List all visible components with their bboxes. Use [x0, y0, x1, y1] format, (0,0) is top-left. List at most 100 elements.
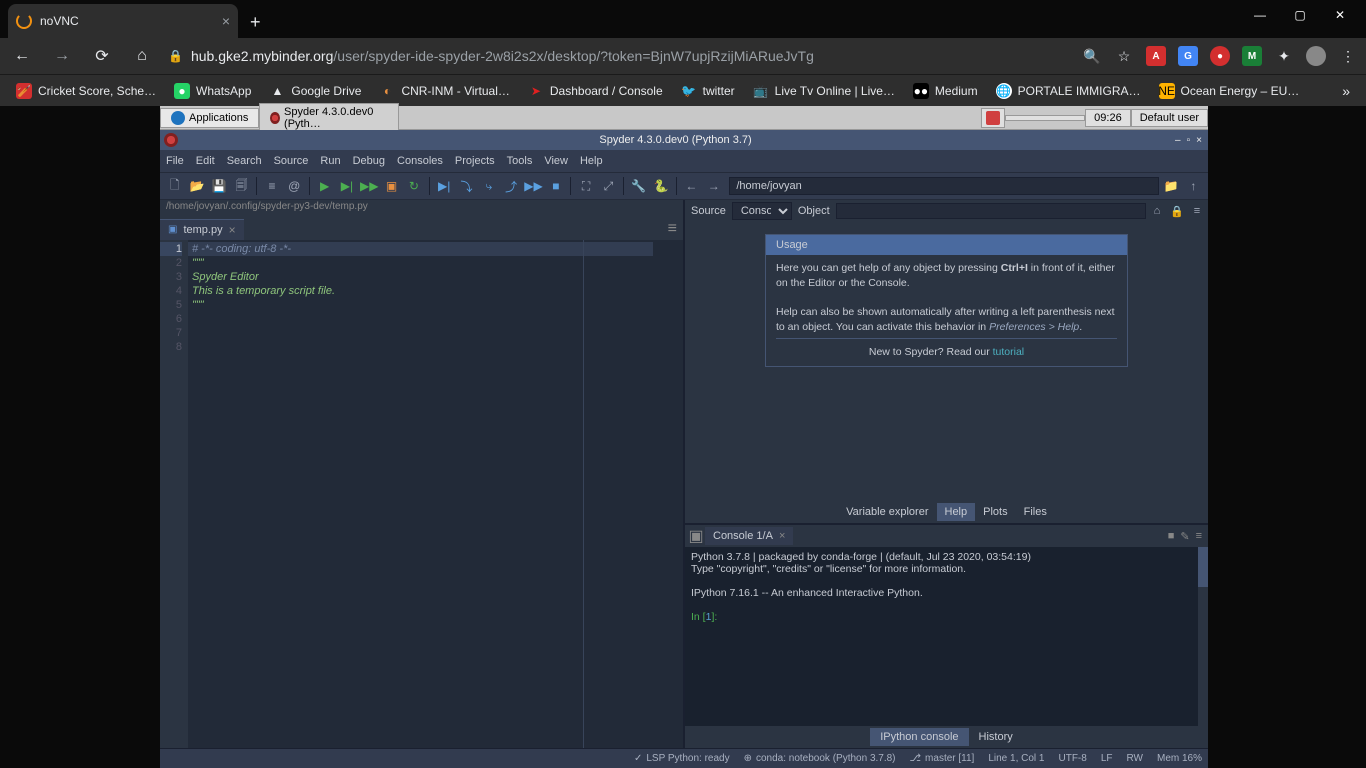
user-menu[interactable]: Default user [1131, 109, 1208, 127]
browse-cwd-icon[interactable]: 📁 [1160, 175, 1181, 197]
parent-dir-icon[interactable]: ↑ [1183, 175, 1204, 197]
window-minimize-icon[interactable]: — [1250, 8, 1270, 22]
new-file-icon[interactable]: 🗋 [164, 175, 185, 197]
bookmark-portale[interactable]: 🌐PORTALE IMMIGRA… [988, 79, 1149, 103]
continue-icon[interactable]: ▶▶ [523, 175, 544, 197]
status-mem[interactable]: Mem 16% [1157, 753, 1202, 764]
menu-search[interactable]: Search [227, 155, 262, 167]
fullscreen-icon[interactable]: ⤢ [598, 175, 619, 197]
close-icon[interactable]: × [1194, 135, 1204, 146]
bookmarks-overflow-icon[interactable]: » [1334, 83, 1358, 99]
at-icon[interactable]: @ [284, 175, 305, 197]
help-home-icon[interactable]: ⌂ [1148, 205, 1166, 217]
step-out-icon[interactable]: ⤴ [501, 175, 522, 197]
console-options-icon[interactable]: ✎ [1180, 530, 1189, 543]
console-stop-icon[interactable]: ■ [1168, 530, 1175, 543]
save-all-icon[interactable]: 🗐 [231, 175, 252, 197]
console-menu-icon[interactable]: ≡ [1196, 530, 1202, 543]
browser-tab[interactable]: noVNC × [8, 4, 238, 38]
menu-help[interactable]: Help [580, 155, 603, 167]
rerun-icon[interactable]: ↻ [403, 175, 424, 197]
bookmark-medium[interactable]: ●●Medium [905, 79, 986, 103]
bookmark-livetv[interactable]: 📺Live Tv Online | Live… [745, 79, 903, 103]
tab-files[interactable]: Files [1016, 503, 1055, 521]
menu-debug[interactable]: Debug [353, 155, 385, 167]
extension-adblock-icon[interactable]: ● [1210, 46, 1230, 66]
cwd-forward-icon[interactable]: → [703, 175, 724, 197]
cwd-back-icon[interactable]: ← [681, 175, 702, 197]
step-over-icon[interactable]: ⤵ [456, 175, 477, 197]
editor-tab-temp[interactable]: ▣ temp.py × [160, 219, 244, 240]
menu-run[interactable]: Run [320, 155, 340, 167]
help-lock-icon[interactable]: 🔒 [1168, 205, 1186, 218]
step-into-icon[interactable]: ⤷ [478, 175, 499, 197]
run-cell-icon[interactable]: ▶| [336, 175, 357, 197]
tab-history[interactable]: History [969, 728, 1023, 746]
run-selection-icon[interactable]: ▣ [381, 175, 402, 197]
extension-translate-icon[interactable]: G [1178, 46, 1198, 66]
zoom-icon[interactable]: 🔍 [1082, 46, 1102, 66]
system-tray[interactable] [981, 108, 1005, 128]
tab-ipython-console[interactable]: IPython console [870, 728, 968, 746]
tutorial-link[interactable]: tutorial [993, 346, 1025, 358]
bookmark-ocean[interactable]: NEOcean Energy – EU… [1151, 79, 1308, 103]
menu-view[interactable]: View [544, 155, 568, 167]
minimize-icon[interactable]: – [1173, 135, 1183, 146]
maximize-icon[interactable]: ▫ [1185, 135, 1193, 146]
console-scrollbar[interactable] [1198, 547, 1208, 726]
help-source-select[interactable]: Console [732, 202, 792, 220]
menu-consoles[interactable]: Consoles [397, 155, 443, 167]
window-close-icon[interactable]: ✕ [1330, 8, 1350, 22]
window-maximize-icon[interactable]: ▢ [1290, 8, 1310, 22]
menu-file[interactable]: File [166, 155, 184, 167]
status-cursor[interactable]: Line 1, Col 1 [988, 753, 1044, 764]
bookmark-whatsapp[interactable]: ●WhatsApp [166, 79, 259, 103]
help-menu-icon[interactable]: ≡ [1188, 205, 1206, 217]
workspace-switcher[interactable] [1005, 115, 1085, 121]
tab-help[interactable]: Help [937, 503, 976, 521]
menu-edit[interactable]: Edit [196, 155, 215, 167]
bookmark-dashboard[interactable]: ➤Dashboard / Console [520, 79, 671, 103]
status-encoding[interactable]: UTF-8 [1058, 753, 1086, 764]
run-icon[interactable]: ▶ [314, 175, 335, 197]
chrome-menu-icon[interactable]: ⋮ [1338, 46, 1358, 66]
help-object-input[interactable] [836, 203, 1146, 219]
status-git[interactable]: ⎇ master [11] [910, 753, 975, 764]
bookmark-cnr[interactable]: ◐CNR-INM - Virtual… [371, 79, 517, 103]
extension-adobe-icon[interactable]: A [1146, 46, 1166, 66]
status-perm[interactable]: RW [1127, 753, 1143, 764]
applications-menu-button[interactable]: Applications [160, 108, 259, 128]
taskbar-window-spyder[interactable]: Spyder 4.3.0.dev0 (Pyth… [259, 103, 399, 133]
list-icon[interactable]: ≡ [261, 175, 282, 197]
extension-m-icon[interactable]: M [1242, 46, 1262, 66]
bookmark-twitter[interactable]: 🐦twitter [673, 79, 743, 103]
reload-button[interactable]: ⟳ [88, 46, 116, 66]
close-console-tab-icon[interactable]: × [779, 530, 785, 542]
cwd-input[interactable] [729, 177, 1159, 195]
preferences-icon[interactable]: 🔧 [628, 175, 649, 197]
menu-projects[interactable]: Projects [455, 155, 495, 167]
address-bar[interactable]: 🔒 hub.gke2.mybinder.org/user/spyder-ide-… [168, 48, 814, 64]
profile-avatar-icon[interactable] [1306, 46, 1326, 66]
open-file-icon[interactable]: 📂 [186, 175, 207, 197]
save-icon[interactable]: 💾 [209, 175, 230, 197]
extensions-puzzle-icon[interactable]: ✦ [1274, 46, 1294, 66]
console-tab[interactable]: Console 1/A × [705, 527, 793, 545]
code-editor[interactable]: 12345678 # -*- coding: utf-8 -*- """ Spy… [160, 240, 683, 748]
console-output[interactable]: Python 3.7.8 | packaged by conda-forge |… [685, 547, 1208, 726]
menu-source[interactable]: Source [274, 155, 309, 167]
home-button[interactable]: ⌂ [128, 47, 156, 65]
bookmark-google-drive[interactable]: ▲Google Drive [261, 79, 369, 103]
pythonpath-icon[interactable]: 🐍 [650, 175, 671, 197]
maximize-pane-icon[interactable]: ⛶ [575, 175, 596, 197]
close-editor-tab-icon[interactable]: × [229, 223, 236, 237]
stop-icon[interactable]: ■ [545, 175, 566, 197]
status-conda[interactable]: ⊕ conda: notebook (Python 3.7.8) [744, 753, 896, 764]
status-lsp[interactable]: ✓ LSP Python: ready [634, 753, 730, 764]
menu-tools[interactable]: Tools [507, 155, 533, 167]
clock[interactable]: 09:26 [1085, 109, 1131, 127]
bookmark-star-icon[interactable]: ☆ [1114, 46, 1134, 66]
editor-tabs-menu-icon[interactable]: ≡ [662, 220, 683, 238]
bookmark-cricket[interactable]: 🏏Cricket Score, Sche… [8, 79, 164, 103]
status-eol[interactable]: LF [1101, 753, 1113, 764]
